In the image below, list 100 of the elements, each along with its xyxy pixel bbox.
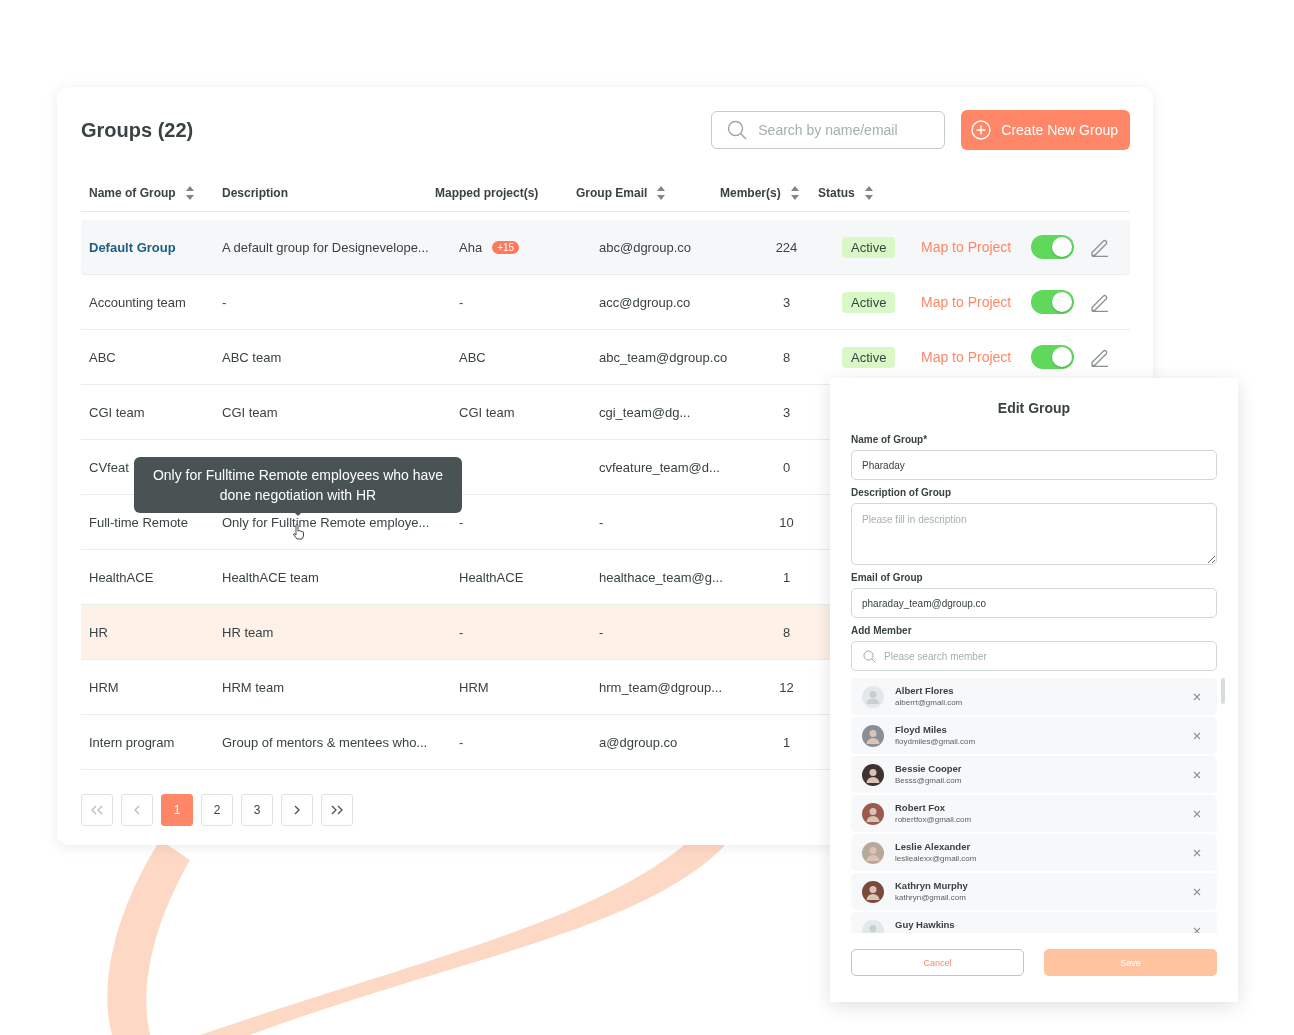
group-name: Default Group (89, 239, 176, 255)
toggle-switch[interactable] (1031, 290, 1074, 314)
table-cell: 1 (782, 734, 791, 750)
create-group-button[interactable]: Create New Group (961, 110, 1130, 150)
close-icon[interactable] (1193, 809, 1201, 818)
table-cell: - (459, 514, 464, 530)
page-button[interactable]: 3 (241, 794, 273, 826)
table-cell: - (222, 294, 227, 310)
toggle-switch[interactable] (1031, 235, 1074, 259)
pencil-icon[interactable] (1090, 237, 1110, 257)
field-label: Description of Group (851, 487, 952, 500)
page-button[interactable]: 1 (161, 794, 193, 826)
column-header: Member(s) (720, 186, 781, 200)
column-header: Name of Group (89, 186, 176, 200)
table-cell: HealthACE (459, 569, 524, 585)
table-cell: 0 (782, 459, 791, 475)
member-name: Kathryn Murphy (895, 880, 969, 891)
table-cell: 8 (782, 349, 791, 365)
close-icon[interactable] (1193, 731, 1201, 740)
column-header: Mapped project(s) (435, 186, 539, 200)
sort-icon[interactable] (185, 186, 194, 200)
status-tag: Active (842, 236, 896, 258)
field-label: Name of Group* (851, 434, 929, 447)
tooltip-arrow (293, 511, 303, 516)
text-field[interactable]: Pharaday (851, 450, 1217, 480)
member-name: Bessie Cooper (895, 763, 963, 774)
next-page-button[interactable] (281, 794, 313, 826)
sort-icon[interactable] (864, 186, 873, 200)
close-icon[interactable] (1193, 848, 1201, 857)
table-cell: 3 (782, 294, 791, 310)
group-name: CVfeat (89, 459, 129, 475)
column-header: Status (818, 186, 855, 200)
member-name: Floyd Miles (895, 724, 948, 735)
table-cell: ABC team (222, 349, 282, 365)
table-cell: HR team (222, 624, 274, 640)
status-tag: Active (842, 346, 896, 368)
close-icon[interactable] (1193, 692, 1201, 701)
table-cell: Only for Fulltime Remote employe... (222, 514, 430, 530)
table-cell: Aha (459, 239, 483, 255)
table-cell: - (459, 734, 464, 750)
table-cell: 12 (779, 679, 794, 695)
table-cell: abc_team@dgroup.co (599, 349, 728, 365)
sort-icon[interactable] (790, 186, 799, 200)
table-cell: A default group for Designevelope... (222, 239, 429, 255)
member-email: Besss@gmail.com (895, 776, 963, 785)
status-tag: Active (842, 291, 896, 313)
map-to-project-link[interactable]: Map to Project (921, 239, 1012, 255)
group-name: CGI team (89, 404, 145, 420)
member-email: floydmiles@gmail.com (895, 737, 977, 746)
close-icon[interactable] (1193, 926, 1201, 933)
table-cell: cvfeature_team@d... (599, 459, 720, 475)
table-cell: - (459, 294, 464, 310)
table-cell: - (599, 514, 604, 530)
table-cell: 8 (782, 624, 791, 640)
member-email: alberrt@gmail.com (895, 698, 964, 707)
scrollbar-thumb[interactable] (1221, 678, 1225, 704)
member-email: lesliealexx@gmail.com (895, 854, 978, 863)
table-cell: 3 (782, 404, 791, 420)
close-icon[interactable] (1193, 770, 1201, 779)
highlighted-row[interactable]: Default Group A default group for Designevelope... Aha +15 abc@dgroup.co 224 Active Map to Project (81, 220, 1130, 275)
table-cell: Group of mentors & mentees who... (222, 734, 428, 750)
page-button[interactable]: 2 (201, 794, 233, 826)
column-header: Description (222, 186, 288, 200)
group-name: HealthACE (89, 569, 154, 585)
group-name: HR (89, 624, 108, 640)
text-field[interactable]: pharaday_team@dgroup.co (851, 588, 1217, 618)
table-cell: - (599, 624, 604, 640)
field-label: Email of Group (851, 572, 924, 585)
double-chevron-right-icon (331, 805, 343, 815)
plus-circle-icon (971, 120, 992, 140)
pencil-icon[interactable] (1090, 292, 1110, 312)
member-search-field[interactable]: Please search member (851, 641, 1217, 671)
group-name: Full-time Remote (89, 514, 188, 530)
search-icon (727, 120, 748, 140)
table-cell: HealthACE team (222, 569, 319, 585)
cancel-button[interactable]: Cancel (851, 949, 1024, 976)
table-cell: healthace_team@g... (599, 569, 723, 585)
table-cell: - (459, 624, 464, 640)
map-to-project-link[interactable]: Map to Project (921, 294, 1012, 310)
chevron-left-icon (134, 805, 140, 815)
project-count: +15 (492, 240, 520, 254)
pencil-icon[interactable] (1090, 347, 1110, 367)
description-field[interactable]: Please fill in description (851, 503, 1217, 565)
sort-icon[interactable] (657, 186, 666, 200)
table-cell: HRM (459, 679, 489, 695)
toggle-switch[interactable] (1031, 345, 1074, 369)
table-cell: 1 (782, 569, 791, 585)
group-name: Intern program (89, 734, 175, 750)
search-field[interactable]: Search by name/email (711, 111, 946, 149)
table-cell: hrm_team@dgroup... (599, 679, 723, 695)
table-cell: cgi_team@dg... (599, 404, 691, 420)
column-header: Group Email (576, 186, 648, 200)
group-name: Accounting team (89, 294, 186, 310)
map-to-project-link[interactable]: Map to Project (921, 349, 1012, 365)
close-icon[interactable] (1193, 887, 1201, 896)
last-page-button[interactable] (321, 794, 353, 826)
table-cell: HRM team (222, 679, 285, 695)
group-name: HRM (89, 679, 119, 695)
table-cell: ABC (459, 349, 486, 365)
table-cell: acc@dgroup.co (599, 294, 691, 310)
